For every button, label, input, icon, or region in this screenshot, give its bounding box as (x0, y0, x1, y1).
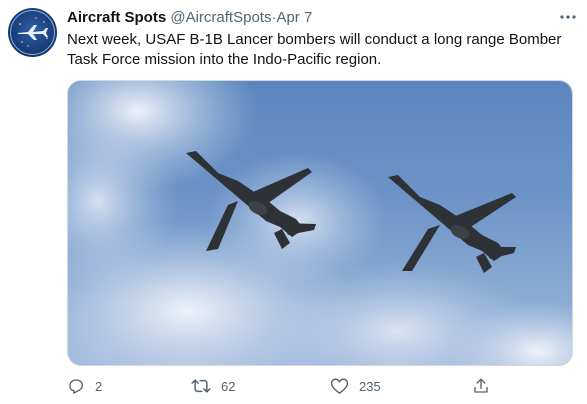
retweet-button[interactable]: 62 (191, 374, 235, 398)
tweet-actions: 2 62 235 (60, 374, 530, 398)
bomber-right (388, 175, 516, 273)
reply-icon (69, 379, 84, 394)
retweet-icon (191, 379, 211, 393)
share-icon (474, 378, 488, 393)
tweet-date[interactable]: Apr 7 (276, 9, 312, 26)
tweet-photo[interactable] (67, 80, 573, 366)
airplane-logo-icon (10, 10, 55, 55)
reply-count: 2 (95, 378, 103, 394)
display-name[interactable]: Aircraft Spots (67, 9, 166, 26)
reply-button[interactable]: 2 (67, 374, 102, 398)
heart-icon (330, 378, 349, 394)
like-button[interactable]: 235 (330, 374, 381, 398)
like-count: 235 (359, 378, 381, 394)
tweet-header: Aircraft Spots @AircraftSpots·Apr 7 (67, 8, 577, 28)
tweet-text: Next week, USAF B-1B Lancer bombers will… (67, 31, 562, 68)
avatar[interactable] (8, 8, 57, 57)
handle[interactable]: @AircraftSpots (170, 9, 271, 26)
tweet-card[interactable]: Aircraft Spots @AircraftSpots·Apr 7 Next… (0, 0, 587, 404)
retweet-count: 62 (221, 378, 236, 394)
more-horizontal-icon[interactable] (557, 8, 579, 26)
share-button[interactable] (472, 374, 490, 398)
bombers-photo (68, 81, 572, 365)
